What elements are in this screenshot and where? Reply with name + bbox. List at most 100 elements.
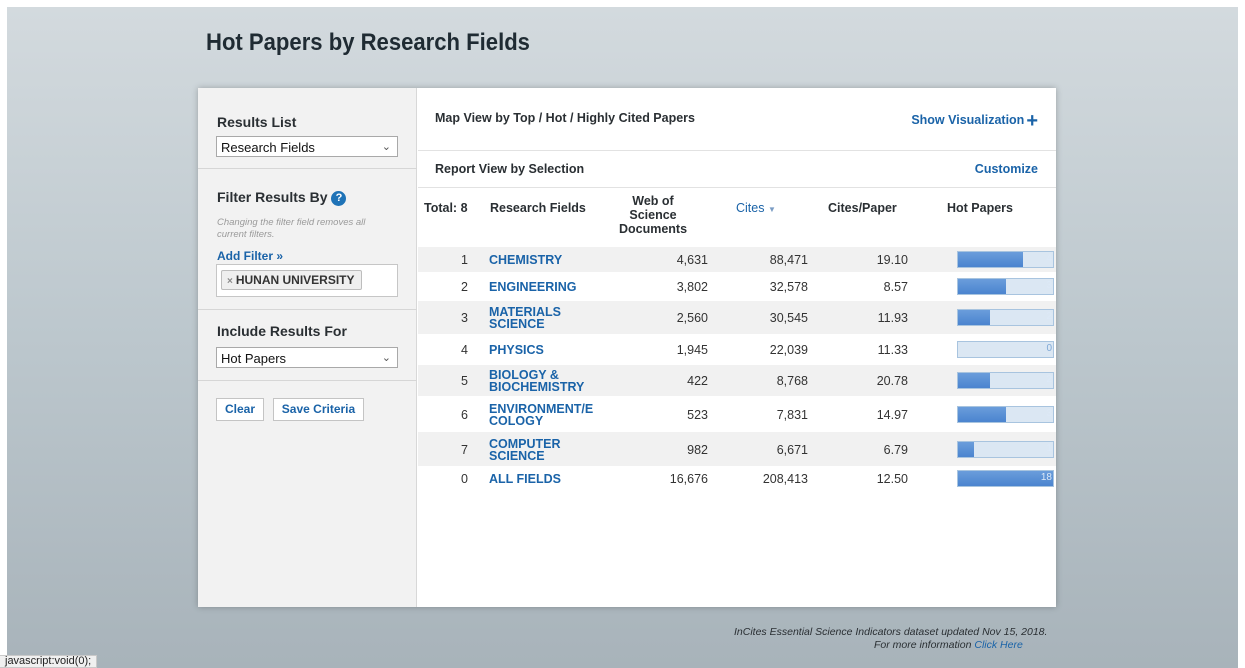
chevron-down-icon: ⌄ — [381, 352, 391, 364]
more-info-prefix: For more information — [874, 639, 972, 651]
results-list-select[interactable]: Research Fields ⌄ — [216, 136, 398, 157]
table-header: Total: 8 Research Fields Web of Science … — [418, 187, 1056, 236]
column-hot-papers[interactable]: Hot Papers — [947, 201, 1013, 215]
column-wos-line1: Web of Science — [629, 194, 677, 222]
include-select[interactable]: Hot Papers ⌄ — [216, 347, 398, 368]
hot-papers-bar-fill — [958, 252, 1023, 267]
field-line1: CHEMISTRY — [489, 253, 563, 267]
wos-documents-value: 982 — [687, 443, 708, 457]
hot-papers-bar[interactable]: 1 — [957, 441, 1054, 458]
row-rank: 5 — [461, 374, 468, 388]
column-wos-line2: Documents — [618, 222, 688, 236]
clear-button[interactable]: Clear — [216, 398, 264, 421]
status-bar: javascript:void(0); — [0, 655, 98, 668]
cites-value: 7,831 — [776, 408, 808, 422]
hot-papers-bar[interactable]: 0 — [957, 341, 1054, 358]
row-rank: 4 — [461, 343, 468, 357]
research-field-link[interactable]: ENGINEERING — [489, 280, 577, 294]
field-line1: ALL FIELDS — [489, 472, 561, 486]
filter-note: Changing the filter field removes all cu… — [217, 217, 366, 240]
hot-papers-bar[interactable]: 4 — [957, 251, 1054, 268]
hot-papers-bar[interactable]: 18 — [957, 470, 1054, 487]
wos-documents-value: 2,560 — [676, 311, 708, 325]
include-section: Include Results For Hot Papers ⌄ — [198, 310, 417, 381]
row-rank: 7 — [461, 443, 468, 457]
column-cites-label: Cites — [736, 201, 765, 215]
field-line2: SCIENCE — [489, 317, 545, 331]
hot-papers-bar-fill — [958, 442, 975, 457]
remove-filter-icon[interactable]: × — [227, 276, 233, 287]
hot-papers-bar[interactable]: 3 — [957, 406, 1054, 423]
cites-per-paper-value: 20.78 — [876, 374, 908, 388]
customize-link[interactable]: Customize — [975, 162, 1038, 176]
research-field-link[interactable]: MATERIALS SCIENCE — [489, 306, 561, 331]
wos-documents-value: 422 — [687, 374, 708, 388]
hot-papers-count: 18 — [1040, 472, 1052, 483]
map-view-title: Map View by Top / Hot / Highly Cited Pap… — [435, 111, 695, 125]
cites-per-paper-value: 11.93 — [877, 311, 908, 325]
click-here-link[interactable]: Click Here — [974, 639, 1022, 651]
sidebar: Results List Research Fields ⌄ Filter Re… — [198, 88, 417, 607]
hot-papers-bar-fill — [958, 279, 1007, 294]
hot-papers-count: 3 — [1046, 280, 1052, 291]
wos-documents-value: 3,802 — [676, 280, 708, 294]
wos-documents-value: 1,945 — [676, 343, 708, 357]
more-info-note: For more information Click Here — [874, 639, 1023, 651]
column-wos-documents[interactable]: Web of Science Documents — [609, 194, 697, 236]
hot-papers-count: 2 — [1046, 311, 1052, 322]
filter-chip: × HUNAN UNIVERSITY — [221, 270, 362, 290]
hot-papers-bar[interactable]: 2 — [957, 372, 1054, 389]
hot-papers-count: 0 — [1046, 343, 1052, 354]
row-rank: 2 — [461, 280, 468, 294]
table-row: 5 BIOLOGY & BIOCHEMISTRY 422 8,768 20.78 2 — [418, 364, 1056, 396]
main-content: Map View by Top / Hot / Highly Cited Pap… — [418, 88, 1056, 607]
hot-papers-count: 4 — [1046, 253, 1052, 264]
page-title: Hot Papers by Research Fields — [206, 29, 530, 56]
row-rank: 0 — [461, 472, 468, 486]
research-field-link[interactable]: COMPUTER SCIENCE — [489, 438, 561, 463]
wos-documents-value: 523 — [687, 408, 708, 422]
research-field-link[interactable]: CHEMISTRY — [489, 253, 563, 267]
save-criteria-button[interactable]: Save Criteria — [273, 398, 364, 421]
research-field-link[interactable]: BIOLOGY & BIOCHEMISTRY — [489, 369, 584, 394]
total-count: Total: 8 — [424, 201, 468, 215]
table-row: 0 ALL FIELDS 16,676 208,413 12.50 18 — [418, 466, 1056, 490]
field-line1: ENGINEERING — [489, 280, 577, 294]
row-rank: 3 — [461, 311, 468, 325]
field-line2: COLOGY — [489, 414, 544, 428]
cites-per-paper-value: 14.97 — [876, 408, 908, 422]
wos-documents-value: 16,676 — [669, 472, 708, 486]
results-list-selected: Research Fields — [221, 140, 315, 155]
column-cites[interactable]: Cites ▼ — [736, 201, 776, 217]
hot-papers-bar-fill — [958, 407, 1007, 422]
results-list-heading: Results List — [217, 114, 297, 130]
show-visualization-link[interactable]: Show Visualization + — [911, 110, 1038, 133]
cites-value: 32,578 — [769, 280, 808, 294]
hot-papers-count: 3 — [1046, 408, 1052, 419]
research-field-link[interactable]: ALL FIELDS — [489, 472, 561, 486]
cites-value: 8,768 — [776, 374, 808, 388]
table-row: 2 ENGINEERING 3,802 32,578 8.57 3 — [418, 272, 1056, 300]
show-visualization-label: Show Visualization — [911, 113, 1025, 127]
include-selected: Hot Papers — [221, 351, 287, 366]
filter-heading: Filter Results By? — [217, 189, 347, 206]
column-research-fields[interactable]: Research Fields — [490, 201, 586, 215]
hot-papers-bar-fill — [958, 373, 991, 388]
hot-papers-bar[interactable]: 3 — [957, 278, 1054, 295]
report-view-title: Report View by Selection — [435, 162, 585, 176]
help-icon[interactable]: ? — [331, 190, 347, 206]
divider — [418, 150, 1056, 151]
cites-per-paper-value: 8.57 — [883, 280, 908, 294]
field-line1: PHYSICS — [489, 343, 544, 357]
hot-papers-bar-fill — [958, 310, 991, 325]
cites-per-paper-value: 6.79 — [883, 443, 908, 457]
results-list-section: Results List Research Fields ⌄ — [198, 88, 417, 169]
column-cites-per-paper[interactable]: Cites/Paper — [828, 201, 897, 215]
cites-per-paper-value: 12.50 — [876, 472, 908, 486]
hot-papers-bar[interactable]: 2 — [957, 309, 1054, 326]
add-filter-link[interactable]: Add Filter » — [217, 249, 283, 263]
research-field-link[interactable]: PHYSICS — [489, 343, 544, 357]
hot-papers-count: 2 — [1046, 374, 1052, 385]
filter-box: × HUNAN UNIVERSITY — [216, 264, 398, 297]
research-field-link[interactable]: ENVIRONMENT/E COLOGY — [489, 403, 593, 428]
